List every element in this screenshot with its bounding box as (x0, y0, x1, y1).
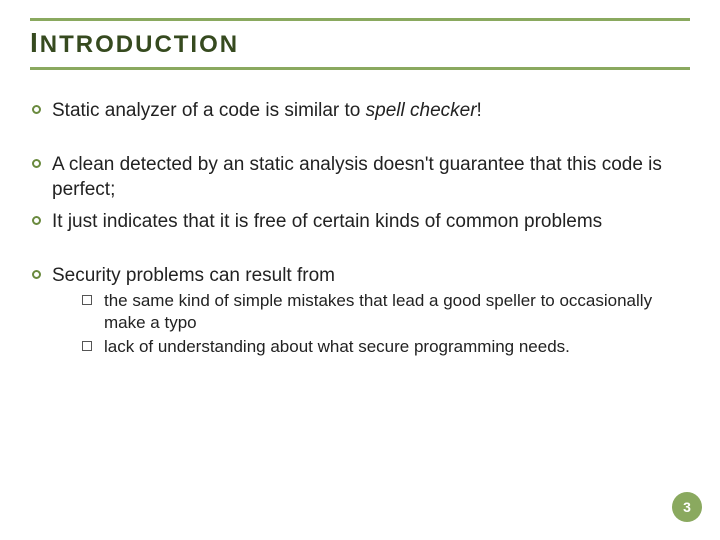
spacer (30, 241, 690, 263)
bullet-text-post: ! (477, 100, 482, 121)
bullet-text: Security problems can result from (52, 265, 335, 286)
bullet-text-italic: spell checker (366, 100, 477, 121)
slide-title: INTRODUCTION (30, 31, 239, 58)
bullet-list: A clean detected by an static analysis d… (30, 152, 690, 235)
bullet-text: A clean detected by an static analysis d… (52, 154, 662, 201)
bullet-text: It just indicates that it is free of cer… (52, 211, 602, 232)
bullet-item: A clean detected by an static analysis d… (30, 152, 690, 203)
title-rest: NTRODUCTION (40, 31, 239, 58)
spacer (30, 130, 690, 152)
bullet-item: Security problems can result from the sa… (30, 263, 690, 359)
sub-bullet-text: lack of understanding about what secure … (104, 337, 570, 356)
page-number-badge: 3 (672, 492, 702, 522)
bullet-list: Static analyzer of a code is similar to … (30, 98, 690, 124)
sub-bullet-item: lack of understanding about what secure … (82, 336, 690, 358)
slide: INTRODUCTION Static analyzer of a code i… (0, 0, 720, 540)
sub-bullet-text: the same kind of simple mistakes that le… (104, 291, 652, 332)
page-number: 3 (683, 499, 691, 515)
bullet-item: Static analyzer of a code is similar to … (30, 98, 690, 124)
bullet-text-pre: Static analyzer of a code is similar to (52, 100, 366, 121)
bullet-item: It just indicates that it is free of cer… (30, 209, 690, 235)
bullet-list: Security problems can result from the sa… (30, 263, 690, 359)
sub-bullet-item: the same kind of simple mistakes that le… (82, 290, 690, 334)
title-initial: I (30, 27, 40, 58)
title-bar: INTRODUCTION (30, 18, 690, 70)
sub-bullet-list: the same kind of simple mistakes that le… (52, 290, 690, 358)
